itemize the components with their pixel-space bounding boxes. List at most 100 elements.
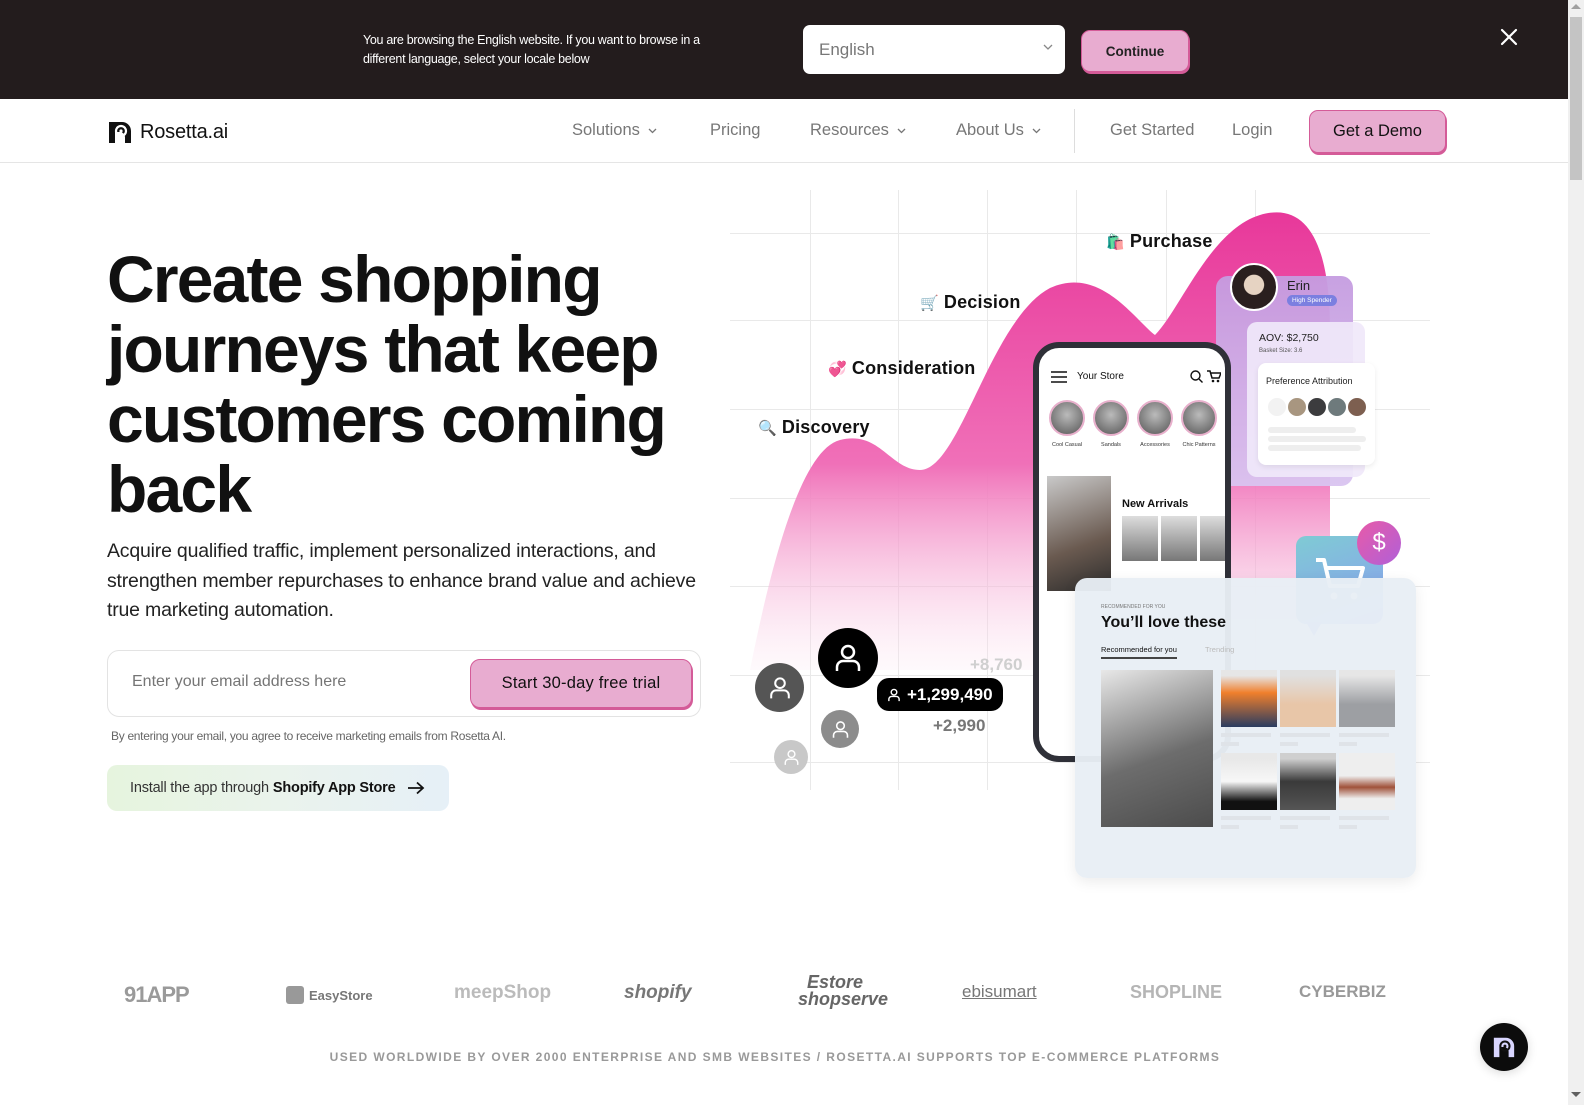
count-faded: +8,760: [970, 655, 1023, 674]
preference-title: Preference Attribution: [1266, 376, 1353, 386]
rec-product: [1339, 670, 1395, 750]
platform-logo-91app: 91APP: [124, 982, 190, 1007]
close-icon[interactable]: [1497, 25, 1521, 49]
platform-logo-shopify: shopify: [624, 982, 692, 1003]
chevron-down-icon: [1043, 44, 1053, 50]
nav-login[interactable]: Login: [1232, 121, 1272, 140]
nav-about-us-label: About Us: [956, 121, 1024, 139]
customer-badge: High Spender: [1287, 295, 1337, 306]
continue-button[interactable]: Continue: [1081, 30, 1189, 72]
phone-header: Your Store: [1051, 370, 1221, 383]
chat-widget-button[interactable]: [1480, 1023, 1528, 1071]
swatch: [1328, 398, 1346, 416]
platforms-tagline: USED WORLDWIDE BY OVER 2000 ENTERPRISE A…: [329, 1050, 1221, 1064]
page: You are browsing the English website. If…: [0, 0, 1568, 1105]
rec-product-grid: [1221, 670, 1395, 833]
swatch: [1268, 398, 1286, 416]
locale-select[interactable]: English: [803, 25, 1065, 74]
nav-resources[interactable]: Resources: [810, 121, 907, 140]
locale-banner: You are browsing the English website. If…: [0, 0, 1568, 99]
rosetta-logo-icon: [109, 122, 131, 143]
tab-trending: Trending: [1205, 645, 1235, 654]
stage-label: Discovery: [781, 417, 870, 437]
swatch: [1348, 398, 1366, 416]
shopify-link-label: Shopify App Store: [272, 780, 396, 796]
basket-size: Basket Size: 3.6: [1259, 348, 1303, 354]
user-icon: [888, 688, 900, 701]
nav-resources-label: Resources: [810, 121, 889, 139]
nav-pricing-label: Pricing: [710, 121, 761, 139]
email-signup-form: Start 30-day free trial: [107, 650, 701, 717]
stage-purchase: 🛍️ Purchase: [1106, 231, 1213, 252]
customer-name: Erin: [1287, 278, 1311, 293]
user-avatar-icon: [818, 628, 878, 688]
stage-consideration: 💞 Consideration: [828, 358, 976, 379]
page-scrollbar[interactable]: [1568, 0, 1584, 1105]
rosetta-chat-icon: [1493, 1037, 1515, 1058]
arrow-right-icon: [408, 781, 425, 795]
hamburger-menu-icon: [1051, 370, 1067, 383]
rec-product: [1280, 753, 1336, 833]
hearts-icon: 💞: [828, 360, 847, 378]
stage-label: Decision: [943, 292, 1021, 312]
category-item: Chic Patterns: [1181, 400, 1217, 448]
chevron-down-icon: [897, 128, 906, 134]
new-arrivals-hero-image: [1047, 476, 1111, 591]
stage-discovery: 🔍 Discovery: [758, 417, 870, 438]
platform-logos: 91APP EasyStore meepShop shopify Estore …: [0, 970, 1568, 1020]
chevron-down-icon: [648, 128, 657, 134]
customer-avatar: [1230, 263, 1278, 311]
recommendations-card: RECOMMENDED FOR YOU You’ll love these Re…: [1075, 578, 1416, 878]
user-avatar-icon: [774, 740, 808, 774]
shopify-app-store-link[interactable]: Install the app through Shopify App Stor…: [107, 765, 449, 811]
new-arrivals-thumbnails: [1122, 516, 1225, 561]
category-item: Accessories: [1137, 400, 1173, 448]
category-item: Sandals: [1093, 400, 1129, 448]
scroll-down-arrow[interactable]: [1571, 1092, 1581, 1097]
locale-message: You are browsing the English website. If…: [363, 33, 700, 66]
nav-get-started[interactable]: Get Started: [1110, 121, 1194, 140]
rec-product: [1221, 753, 1277, 833]
brand-logo[interactable]: Rosetta.ai: [107, 119, 228, 145]
new-users-count-badge: +1,299,490: [877, 678, 1003, 711]
chevron-down-icon: [1032, 128, 1041, 134]
new-arrivals-title: New Arrivals: [1122, 498, 1189, 510]
nav-solutions[interactable]: Solutions: [572, 121, 658, 140]
scroll-up-arrow[interactable]: [1571, 4, 1581, 9]
store-title: Your Store: [1077, 371, 1124, 382]
shopify-link-prefix: Install the app through: [130, 780, 269, 796]
scroll-thumb[interactable]: [1570, 17, 1582, 180]
rec-product: [1221, 670, 1277, 750]
tab-recommended: Recommended for you: [1101, 645, 1177, 659]
preference-attribution-card: Preference Attribution: [1258, 363, 1375, 465]
email-input[interactable]: [132, 673, 452, 691]
rec-product: [1280, 670, 1336, 750]
rec-title: You’ll love these: [1101, 614, 1227, 631]
dollar-icon: $: [1357, 521, 1401, 565]
get-demo-button[interactable]: Get a Demo: [1309, 110, 1446, 153]
rec-subtitle: RECOMMENDED FOR YOU: [1101, 604, 1166, 610]
customer-journey-illustration: 🔍 Discovery 💞 Consideration 🛒 Decision 🛍…: [730, 170, 1430, 890]
cart-icon: [1207, 370, 1221, 383]
easystore-icon: [286, 986, 304, 1004]
aov-value: AOV: $2,750: [1259, 332, 1319, 344]
brand-name: Rosetta.ai: [140, 120, 229, 143]
stage-label: Consideration: [851, 358, 976, 378]
nav-about-us[interactable]: About Us: [956, 121, 1042, 140]
start-trial-button[interactable]: Start 30-day free trial: [470, 659, 692, 708]
nav-divider: [1074, 109, 1075, 153]
nav-solutions-label: Solutions: [572, 121, 640, 139]
nav-pricing[interactable]: Pricing: [710, 121, 760, 140]
platform-logo-meepshop: meepShop: [454, 982, 552, 1003]
shopping-bags-icon: 🛍️: [1106, 233, 1125, 251]
swatch: [1288, 398, 1306, 416]
category-row: Cool Casual Sandals Accessories Chic Pat…: [1049, 400, 1217, 448]
user-avatar-icon: [755, 663, 804, 712]
platform-logo-shopline: SHOPLINE: [1130, 982, 1223, 1002]
platform-name: EasyStore: [309, 987, 373, 1003]
search-icon: [1190, 370, 1203, 383]
count-secondary: +2,990: [933, 716, 986, 735]
skeleton-lines: [1268, 427, 1366, 454]
platform-logo-easystore: EasyStore: [286, 986, 373, 1004]
platform-logo-estore: Estore shopserve: [798, 972, 889, 1009]
